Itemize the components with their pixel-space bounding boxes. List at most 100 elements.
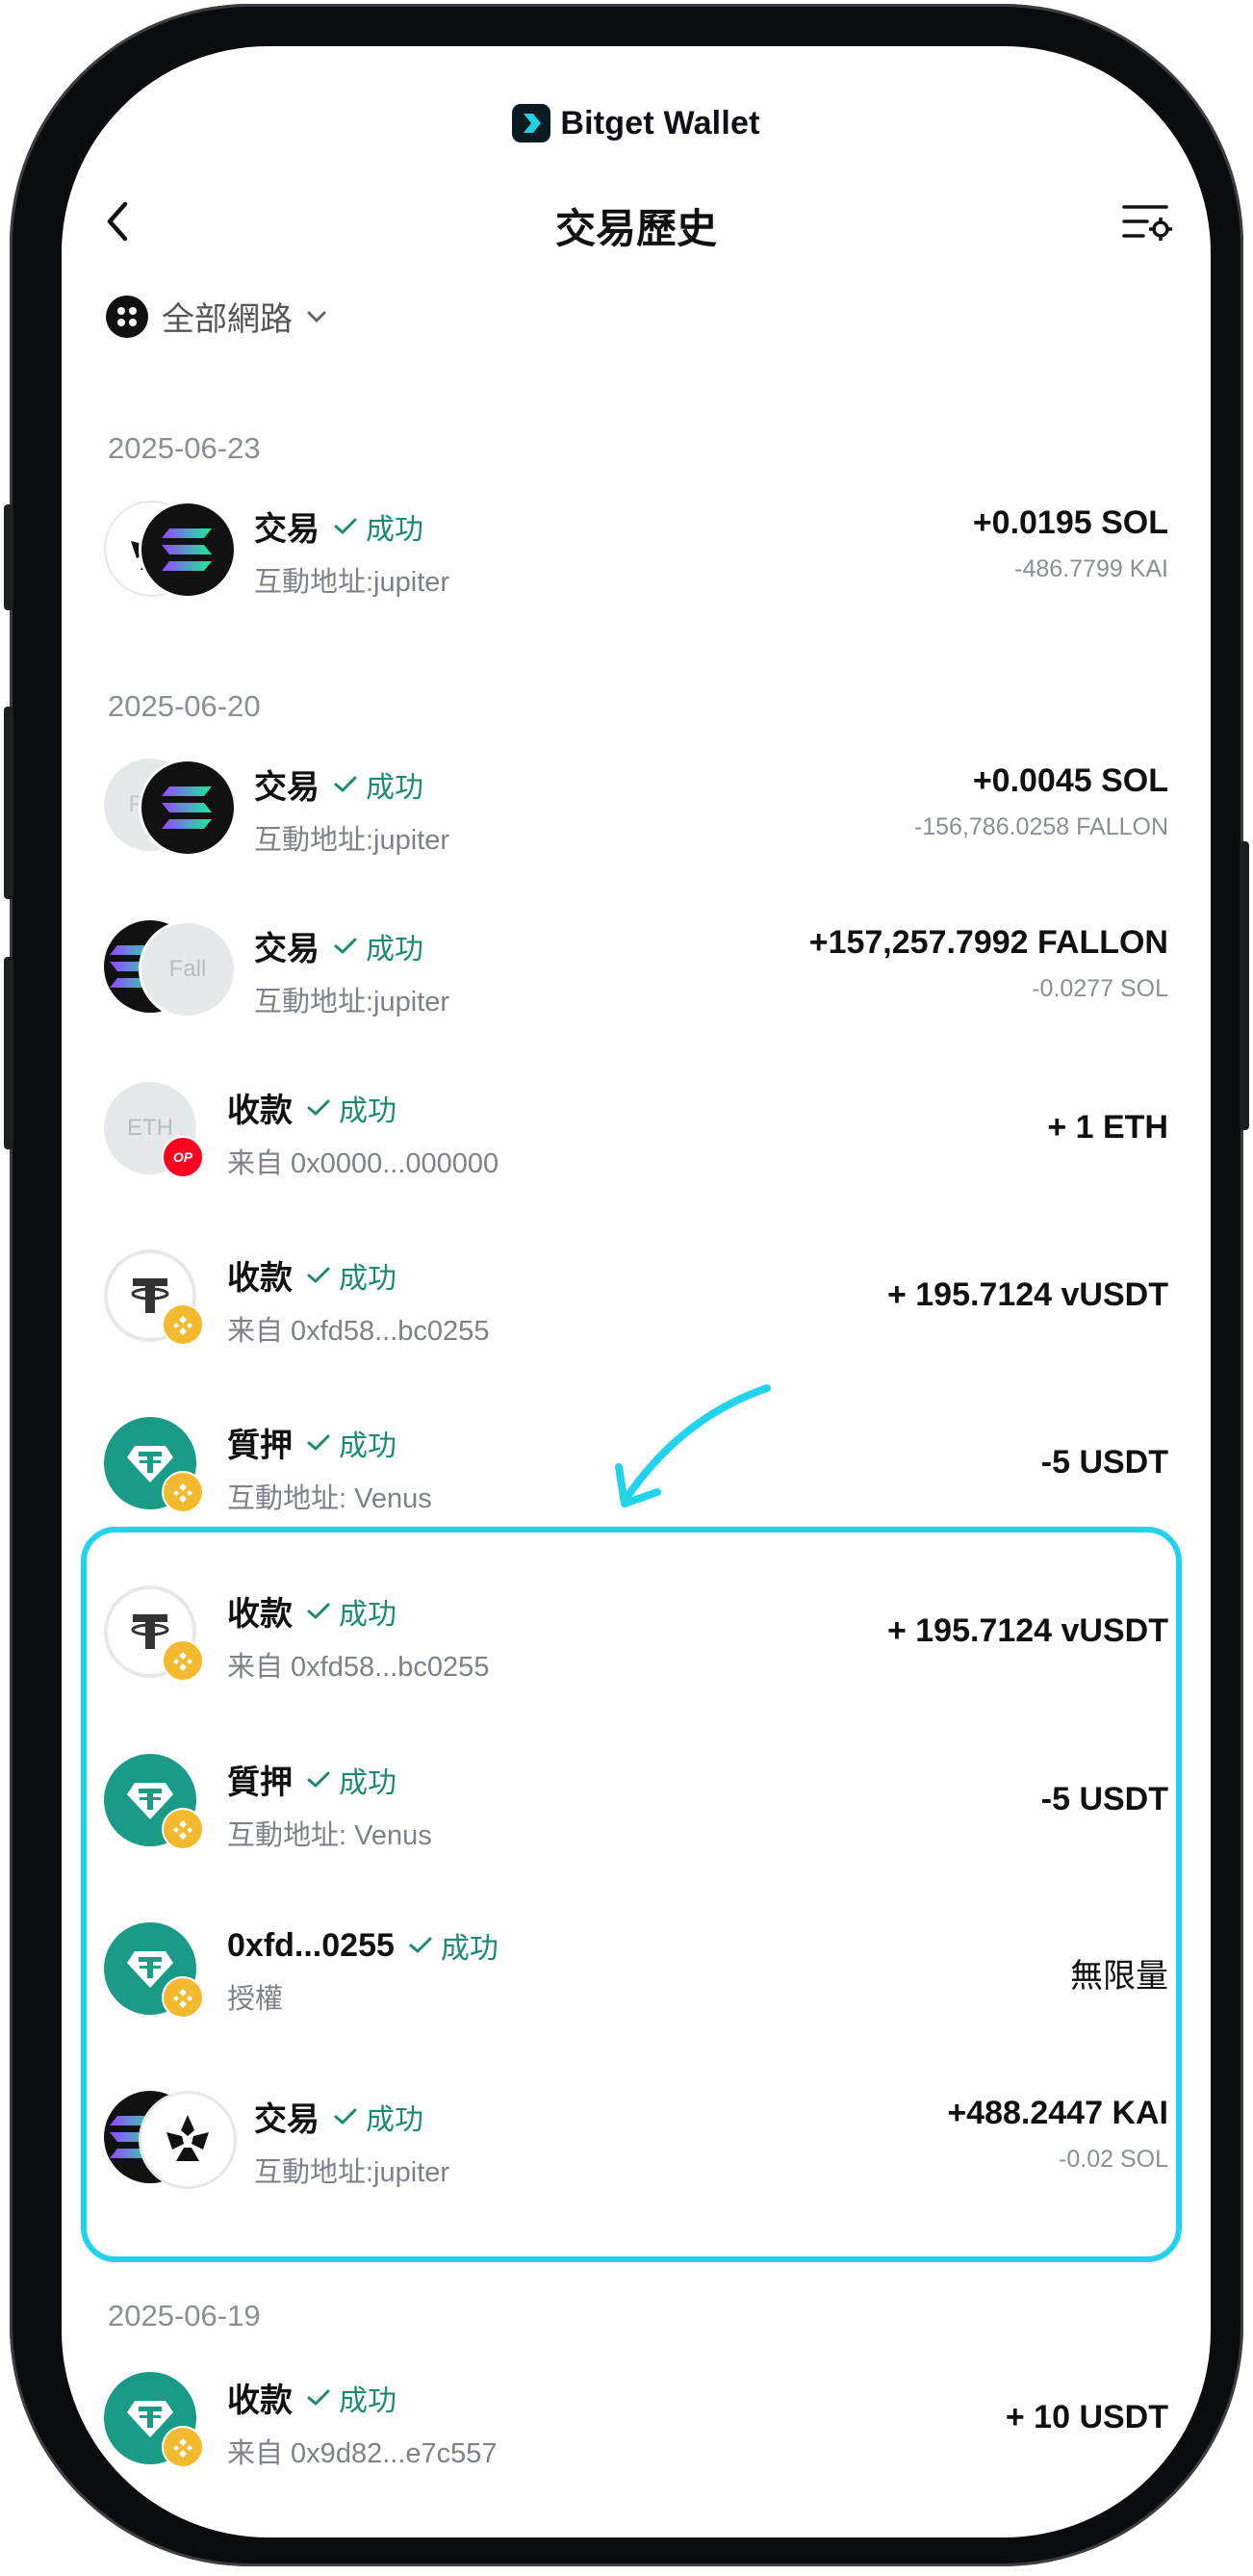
side-button — [4, 957, 13, 1149]
token-avatar — [104, 1246, 206, 1348]
bnb-chain-icon — [162, 1639, 204, 1682]
token-pair-avatar: F — [104, 755, 237, 857]
transaction-type: 交易 — [254, 511, 320, 548]
transaction-amount: + 195.7124 vUSDT — [887, 1276, 1168, 1314]
token-avatar — [104, 1413, 206, 1515]
transaction-amount: -5 USDT — [1041, 1444, 1168, 1481]
sol-token-icon — [139, 759, 237, 857]
amount-main: + 1 ETH — [1047, 1109, 1168, 1146]
transaction-sub: 互動地址: Venus — [227, 1820, 432, 1851]
transaction-type: 質押 — [227, 1765, 293, 1801]
transaction-sub: 互動地址:jupiter — [254, 2157, 450, 2188]
amount-main: -5 USDT — [1040, 1781, 1168, 1817]
transaction-sub: 来自 0xfd58...bc0255 — [227, 1316, 490, 1347]
bnb-chain-icon — [162, 1976, 204, 2019]
filter-settings-icon[interactable] — [1120, 200, 1174, 243]
transaction-row[interactable]: ETH OP 收款 成功 来自 0x0000...000000 + 1 ETH — [104, 1078, 1168, 1194]
status-label: 成功 — [366, 513, 423, 546]
amount-sub: -486.7799 KAI — [1014, 555, 1168, 582]
amount-main: + 195.7124 vUSDT — [886, 1612, 1168, 1649]
status-label: 成功 — [440, 1933, 499, 1965]
transaction-type: 收款 — [227, 1596, 293, 1633]
optimism-chain-icon: OP — [162, 1136, 204, 1178]
success-check-icon — [307, 1267, 330, 1282]
side-button — [1240, 841, 1249, 1130]
amount-main: +157,257.7992 FALLON — [808, 924, 1168, 961]
sol-token-icon — [139, 501, 237, 599]
transaction-row[interactable]: 收款 成功 来自 0x9d82...e7c557 + 10 USDT — [104, 2368, 1168, 2484]
transaction-type: 0xfd...0255 — [227, 1926, 395, 1964]
token-pair-avatar: Fall — [104, 916, 237, 1018]
transaction-sub: 互動地址:jupiter — [254, 987, 450, 1018]
transaction-sub: 互動地址:jupiter — [254, 567, 450, 598]
status-label: 成功 — [339, 1262, 396, 1295]
token-avatar — [104, 1750, 206, 1852]
date-header: 2025-06-23 — [108, 431, 261, 465]
transaction-info: 收款 成功 来自 0x0000...000000 — [227, 1084, 499, 1181]
network-filter-label: 全部網路 — [162, 301, 293, 338]
date-header: 2025-06-19 — [108, 2299, 261, 2332]
transaction-sub: 来自 0xfd58...bc0255 — [227, 1652, 490, 1683]
success-check-icon — [334, 518, 357, 533]
transaction-row[interactable]: F 交易 成功 互動地址:jupiter +0.0045 SOL -156,78… — [104, 755, 1168, 870]
transaction-amount: + 195.7124 vUSDT — [887, 1612, 1168, 1650]
token-name: ETH — [127, 1115, 173, 1141]
transaction-row[interactable]: 質押 成功 互動地址: Venus -5 USDT — [104, 1750, 1168, 1866]
amount-main: -5 USDT — [1040, 1444, 1168, 1481]
bnb-chain-icon — [162, 2426, 204, 2468]
transaction-row[interactable]: 0xfd...0255 成功 授權 無限量 — [104, 1919, 1168, 2034]
transaction-info: 交易 成功 互動地址:jupiter — [254, 922, 449, 1019]
side-button — [4, 707, 13, 899]
token-pair-avatar — [104, 2087, 237, 2189]
transaction-row[interactable]: 交易 成功 互動地址:jupiter +0.0195 SOL -486.7799… — [104, 497, 1168, 612]
transaction-info: 質押 成功 互動地址: Venus — [227, 1419, 432, 1516]
nav-bar: 交易歷史 — [62, 181, 1211, 258]
transaction-info: 收款 成功 来自 0x9d82...e7c557 — [227, 2374, 498, 2471]
network-filter[interactable]: 全部網路 — [106, 293, 327, 340]
transaction-row[interactable]: Fall 交易 成功 互動地址:jupiter +157,257.7992 FA… — [104, 916, 1168, 1032]
amount-main: +488.2447 KAI — [947, 2095, 1168, 2131]
transaction-amount: + 1 ETH — [1047, 1109, 1168, 1146]
transaction-info: 收款 成功 来自 0xfd58...bc0255 — [227, 1587, 489, 1685]
amount-main: +0.0195 SOL — [972, 504, 1168, 541]
success-check-icon — [307, 2389, 330, 2405]
brand-header: Bitget Wallet — [62, 104, 1211, 142]
amount-sub: -0.0277 SOL — [1032, 975, 1168, 1002]
success-check-icon — [334, 776, 357, 791]
transaction-sub: 互動地址:jupiter — [254, 825, 450, 856]
amount-main: +0.0045 SOL — [972, 762, 1168, 799]
transaction-amount: +488.2447 KAI -0.02 SOL — [947, 2095, 1168, 2174]
transaction-amount: +157,257.7992 FALLON -0.0277 SOL — [809, 924, 1168, 1003]
transaction-sub: 来自 0x9d82...e7c557 — [227, 2438, 498, 2469]
success-check-icon — [334, 938, 357, 953]
token-pair-avatar — [104, 497, 237, 599]
transaction-type: 交易 — [254, 2101, 320, 2138]
transaction-info: 交易 成功 互動地址:jupiter — [254, 2093, 449, 2190]
success-check-icon — [334, 2108, 357, 2124]
status-label: 成功 — [339, 1766, 396, 1799]
transaction-amount: 無限量 — [1070, 1949, 1168, 1996]
transaction-type: 交易 — [254, 769, 320, 806]
token-name: Fall — [168, 956, 207, 982]
token-avatar — [104, 1582, 206, 1684]
status-label: 成功 — [366, 771, 423, 804]
transaction-sub: 互動地址: Venus — [227, 1483, 432, 1514]
amount-main: + 195.7124 vUSDT — [886, 1276, 1168, 1313]
transaction-type: 質押 — [227, 1428, 293, 1464]
chevron-down-icon — [307, 311, 326, 322]
page-title: 交易歷史 — [554, 206, 717, 251]
transaction-type: 收款 — [227, 2383, 293, 2419]
status-label: 成功 — [339, 1598, 396, 1631]
amount-sub: -0.02 SOL — [1059, 2146, 1168, 2173]
transaction-row[interactable]: 收款 成功 来自 0xfd58...bc0255 + 195.7124 vUSD… — [104, 1582, 1168, 1697]
fallon-token-icon: Fall — [139, 920, 237, 1018]
amount-main: + 10 USDT — [1005, 2399, 1168, 2435]
success-check-icon — [307, 1771, 330, 1787]
kai-token-icon — [139, 2091, 237, 2189]
status-label: 成功 — [366, 2103, 423, 2136]
transaction-sub: 来自 0x0000...000000 — [227, 1148, 499, 1179]
token-avatar — [104, 2368, 206, 2470]
transaction-row[interactable]: 交易 成功 互動地址:jupiter +488.2447 KAI -0.02 S… — [104, 2087, 1168, 2202]
token-avatar: ETH OP — [104, 1078, 206, 1180]
transaction-row[interactable]: 收款 成功 来自 0xfd58...bc0255 + 195.7124 vUSD… — [104, 1246, 1168, 1361]
